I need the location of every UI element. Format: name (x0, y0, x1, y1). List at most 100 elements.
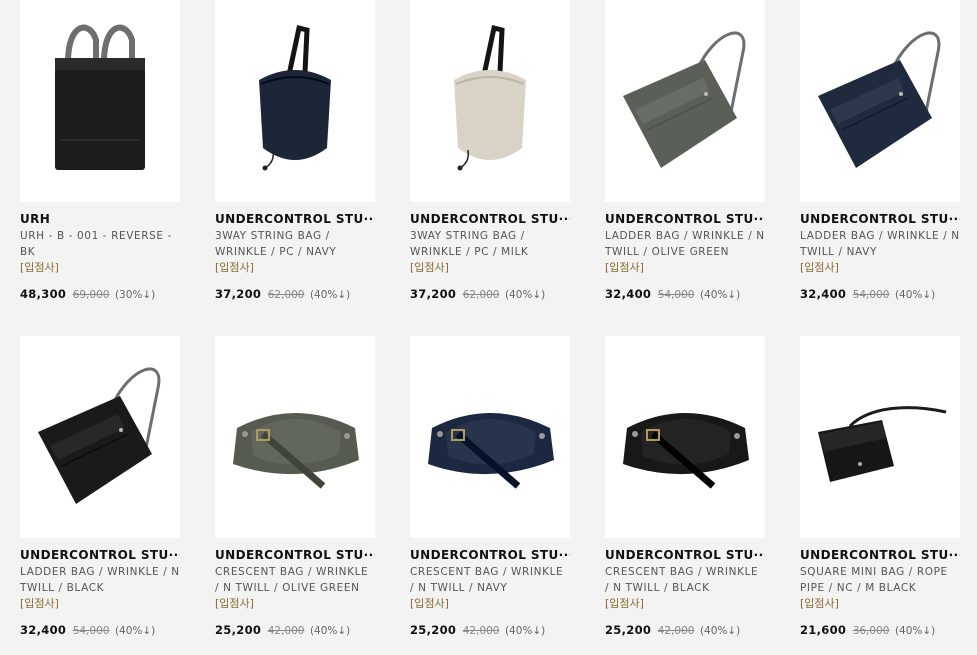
product-card[interactable]: URH URH - B - 001 - REVERSE - BK [입점사] 4… (20, 0, 180, 302)
product-card[interactable]: UNDERCONTROL STU··· LADDER BAG / WRINKLE… (20, 336, 180, 638)
product-image[interactable] (605, 336, 765, 538)
square-mini-bag-black-icon (818, 406, 947, 482)
original-price: 54,000 (72, 625, 110, 637)
discount-rate: (40%↓) (309, 625, 351, 637)
seller-tag: [입점사] (410, 597, 449, 610)
seller-tag: [입점사] (605, 597, 644, 610)
price-row: 32,400 54,000 (40%↓) (20, 623, 180, 638)
string-bag-milk-icon (454, 24, 526, 171)
product-brand[interactable]: UNDERCONTROL STU··· (20, 548, 180, 562)
product-name[interactable]: CRESCENT BAG / WRINKLE / N TWILL / OLIVE… (215, 564, 375, 596)
discount-rate: (40%↓) (309, 289, 351, 301)
seller-tag: [입점사] (800, 261, 839, 274)
original-price: 54,000 (852, 289, 890, 301)
original-price: 42,000 (462, 625, 500, 637)
seller-tag: [입점사] (800, 597, 839, 610)
product-brand[interactable]: UNDERCONTROL STU··· (605, 212, 765, 226)
product-card[interactable]: UNDERCONTROL STU··· CRESCENT BAG / WRINK… (605, 336, 765, 638)
product-name[interactable]: LADDER BAG / WRINKLE / N TWILL / BLACK (20, 564, 180, 596)
crescent-bag-black-icon (623, 413, 749, 489)
product-card[interactable]: UNDERCONTROL STU··· CRESCENT BAG / WRINK… (410, 336, 570, 638)
product-image[interactable] (215, 0, 375, 202)
price-row: 25,200 42,000 (40%↓) (410, 623, 570, 638)
product-image[interactable] (410, 0, 570, 202)
sale-price: 25,200 (215, 623, 262, 637)
discount-rate: (40%↓) (894, 289, 936, 301)
seller-tag: [입점사] (20, 261, 59, 274)
price-row: 25,200 42,000 (40%↓) (215, 623, 375, 638)
seller-tag: [입점사] (605, 261, 644, 274)
discount-rate: (40%↓) (894, 625, 936, 637)
product-image[interactable] (215, 336, 375, 538)
product-brand[interactable]: UNDERCONTROL STU··· (410, 548, 570, 562)
product-brand[interactable]: UNDERCONTROL STU··· (800, 212, 960, 226)
price-row: 32,400 54,000 (40%↓) (800, 287, 960, 302)
product-brand[interactable]: UNDERCONTROL STU··· (410, 212, 570, 226)
product-name[interactable]: CRESCENT BAG / WRINKLE / N TWILL / NAVY (410, 564, 570, 596)
sale-price: 37,200 (215, 287, 262, 301)
seller-tag: [입점사] (410, 261, 449, 274)
product-name[interactable]: LADDER BAG / WRINKLE / N TWILL / OLIVE G… (605, 228, 765, 260)
discount-rate: (30%↓) (114, 289, 156, 301)
sale-price: 25,200 (605, 623, 652, 637)
crescent-bag-navy-icon (428, 413, 554, 489)
product-card[interactable]: UNDERCONTROL STU··· CRESCENT BAG / WRINK… (215, 336, 375, 638)
product-brand[interactable]: UNDERCONTROL STU··· (215, 548, 375, 562)
discount-rate: (40%↓) (114, 625, 156, 637)
product-brand[interactable]: UNDERCONTROL STU··· (215, 212, 375, 226)
original-price: 69,000 (72, 289, 110, 301)
product-grid: URH URH - B - 001 - REVERSE - BK [입점사] 4… (0, 0, 977, 655)
product-brand[interactable]: URH (20, 212, 180, 226)
sale-price: 32,400 (605, 287, 652, 301)
product-brand[interactable]: UNDERCONTROL STU··· (605, 548, 765, 562)
sale-price: 32,400 (20, 623, 67, 637)
product-image[interactable] (20, 336, 180, 538)
original-price: 42,000 (657, 625, 695, 637)
product-name[interactable]: 3WAY STRING BAG / WRINKLE / PC / NAVY (215, 228, 375, 260)
ladder-bag-olive-icon (623, 31, 746, 168)
price-row: 37,200 62,000 (40%↓) (410, 287, 570, 302)
product-name[interactable]: 3WAY STRING BAG / WRINKLE / PC / MILK (410, 228, 570, 260)
original-price: 36,000 (852, 625, 890, 637)
sale-price: 25,200 (410, 623, 457, 637)
product-image[interactable] (20, 0, 180, 202)
product-name[interactable]: LADDER BAG / WRINKLE / N TWILL / NAVY (800, 228, 960, 260)
product-name[interactable]: SQUARE MINI BAG / ROPE PIPE / NC / M BLA… (800, 564, 960, 596)
seller-tag: [입점사] (215, 261, 254, 274)
discount-rate: (40%↓) (699, 625, 741, 637)
sale-price: 21,600 (800, 623, 847, 637)
product-image[interactable] (410, 336, 570, 538)
price-row: 32,400 54,000 (40%↓) (605, 287, 765, 302)
original-price: 54,000 (657, 289, 695, 301)
discount-rate: (40%↓) (504, 625, 546, 637)
tote-bag-black-icon (55, 24, 145, 170)
price-row: 25,200 42,000 (40%↓) (605, 623, 765, 638)
discount-rate: (40%↓) (699, 289, 741, 301)
seller-tag: [입점사] (215, 597, 254, 610)
string-bag-navy-icon (259, 24, 331, 171)
product-card[interactable]: UNDERCONTROL STU··· LADDER BAG / WRINKLE… (605, 0, 765, 302)
crescent-bag-olive-icon (233, 413, 359, 489)
sale-price: 37,200 (410, 287, 457, 301)
ladder-bag-navy-icon (818, 31, 941, 168)
product-name[interactable]: CRESCENT BAG / WRINKLE / N TWILL / BLACK (605, 564, 765, 596)
product-image[interactable] (800, 0, 960, 202)
product-brand[interactable]: UNDERCONTROL STU··· (800, 548, 960, 562)
product-card[interactable]: UNDERCONTROL STU··· SQUARE MINI BAG / RO… (800, 336, 960, 638)
product-card[interactable]: UNDERCONTROL STU··· LADDER BAG / WRINKLE… (800, 0, 960, 302)
original-price: 62,000 (267, 289, 305, 301)
original-price: 42,000 (267, 625, 305, 637)
sale-price: 32,400 (800, 287, 847, 301)
seller-tag: [입점사] (20, 597, 59, 610)
product-name[interactable]: URH - B - 001 - REVERSE - BK (20, 228, 180, 260)
sale-price: 48,300 (20, 287, 67, 301)
price-row: 37,200 62,000 (40%↓) (215, 287, 375, 302)
product-image[interactable] (605, 0, 765, 202)
price-row: 48,300 69,000 (30%↓) (20, 287, 180, 302)
original-price: 62,000 (462, 289, 500, 301)
product-image[interactable] (800, 336, 960, 538)
product-card[interactable]: UNDERCONTROL STU··· 3WAY STRING BAG / WR… (410, 0, 570, 302)
ladder-bag-black-icon (38, 367, 161, 504)
price-row: 21,600 36,000 (40%↓) (800, 623, 960, 638)
product-card[interactable]: UNDERCONTROL STU··· 3WAY STRING BAG / WR… (215, 0, 375, 302)
